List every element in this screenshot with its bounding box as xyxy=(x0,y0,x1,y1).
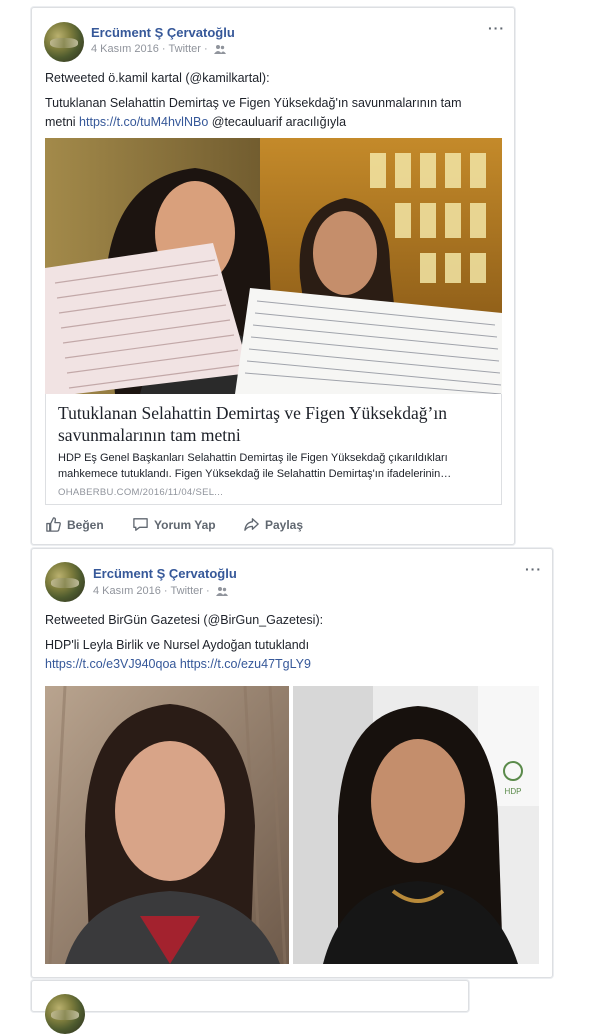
post-date[interactable]: 4 Kasım 2016 xyxy=(91,43,159,55)
post-link[interactable]: https://t.co/ezu47TgLY9 xyxy=(180,657,311,671)
comment-button[interactable]: Yorum Yap xyxy=(132,516,216,533)
post-text-mention[interactable]: @tecauluarif aracılığıyla xyxy=(208,115,346,129)
post-link[interactable]: https://t.co/tuM4hvlNBo xyxy=(79,115,208,129)
like-button[interactable]: Beğen xyxy=(45,516,104,533)
share-icon xyxy=(244,518,259,531)
post-text: HDP'li Leyla Birlik ve Nursel Aydoğan tu… xyxy=(45,636,311,674)
svg-text:HDP: HDP xyxy=(505,787,522,796)
post-link[interactable]: https://t.co/e3VJ940qoa xyxy=(45,657,176,671)
post-source[interactable]: Twitter xyxy=(171,585,203,597)
post-text-line: HDP'li Leyla Birlik ve Nursel Aydoğan tu… xyxy=(45,638,310,652)
card-desc-line: HDP Eş Genel Başkanları Selahattin Demir… xyxy=(58,452,448,464)
action-bar: Beğen Yorum Yap Paylaş xyxy=(32,516,514,538)
friends-icon xyxy=(215,587,228,597)
thumbs-up-icon xyxy=(46,517,61,532)
card-title-line: savunmalarının tam metni xyxy=(58,425,241,445)
like-label: Beğen xyxy=(67,517,104,532)
friends-icon xyxy=(213,45,226,55)
link-preview-image[interactable] xyxy=(45,138,502,394)
photo-right[interactable]: HDP xyxy=(293,686,539,964)
retweet-line: Retweeted BirGün Gazetesi (@BirGun_Gazet… xyxy=(45,613,324,627)
post-text-line: metni xyxy=(45,115,80,129)
post-date[interactable]: 4 Kasım 2016 xyxy=(93,585,161,597)
more-options-icon[interactable]: ··· xyxy=(488,20,505,36)
avatar[interactable] xyxy=(44,22,84,62)
photo-left[interactable] xyxy=(45,686,289,964)
post-author[interactable]: Ercüment Ş Çervatoğlu xyxy=(91,25,235,40)
comment-label: Yorum Yap xyxy=(154,517,216,532)
post-meta: 4 Kasım 2016 · Twitter · xyxy=(91,43,226,55)
share-label: Paylaş xyxy=(265,517,304,532)
post-text: Tutuklanan Selahattin Demirtaş ve Figen … xyxy=(45,94,462,132)
card-domain: OHABERBU.COM/2016/11/04/SEL... xyxy=(58,487,224,498)
feed-post: Ercüment Ş Çervatoğlu 4 Kasım 2016 · Twitt… xyxy=(31,7,515,545)
avatar[interactable] xyxy=(45,562,85,602)
post-text-line: Tutuklanan Selahattin Demirtaş ve Figen … xyxy=(45,96,462,110)
share-button[interactable]: Paylaş xyxy=(243,516,303,533)
link-preview-card[interactable]: Tutuklanan Selahattin Demirtaş ve Figen … xyxy=(45,394,502,505)
card-title-line: Tutuklanan Selahattin Demirtaş ve Figen … xyxy=(58,403,447,423)
card-description: HDP Eş Genel Başkanları Selahattin Demir… xyxy=(58,450,451,482)
post-meta: 4 Kasım 2016 · Twitter · xyxy=(93,585,228,597)
avatar[interactable] xyxy=(45,994,85,1034)
post-author[interactable]: Ercüment Ş Çervatoğlu xyxy=(93,566,237,581)
post-source[interactable]: Twitter xyxy=(169,43,201,55)
more-options-icon[interactable]: ··· xyxy=(525,561,542,577)
feed-post xyxy=(31,980,469,1034)
card-title: Tutuklanan Selahattin Demirtaş ve Figen … xyxy=(58,402,447,446)
comment-icon xyxy=(133,518,148,531)
card-desc-line: mahkemece tutuklandı. Figen Yüksekdağ il… xyxy=(58,468,452,480)
retweet-line: Retweeted ö.kamil kartal (@kamilkartal): xyxy=(45,71,270,85)
feed-post: Ercüment Ş Çervatoğlu 4 Kasım 2016 · Twitt… xyxy=(31,548,553,978)
